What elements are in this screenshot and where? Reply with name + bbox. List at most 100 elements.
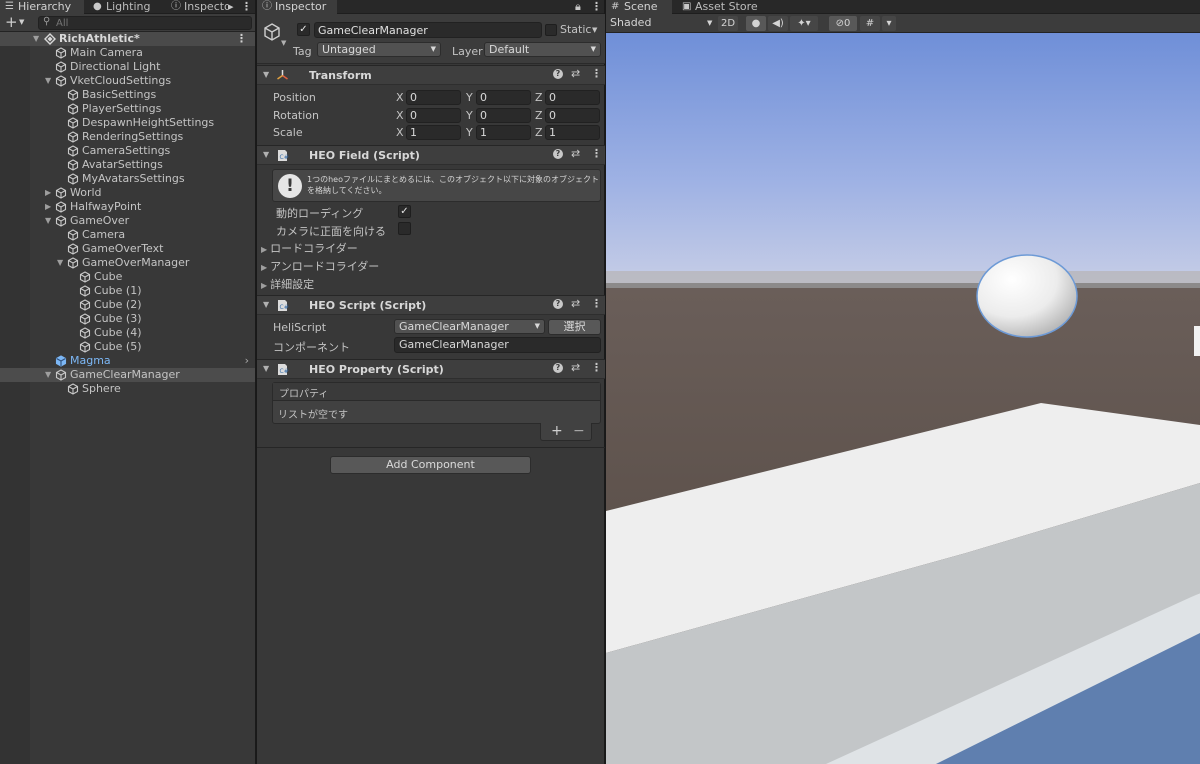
hierarchy-item[interactable]: RenderingSettings — [0, 130, 255, 144]
axis-x-label[interactable]: X — [396, 126, 404, 139]
heliscript-dropdown[interactable]: GameClearManager ▼ — [394, 319, 545, 334]
prefab-open-arrow-icon[interactable]: › — [245, 354, 249, 368]
hierarchy-item[interactable]: Main Camera — [0, 46, 255, 60]
hierarchy-item[interactable]: Directional Light — [0, 60, 255, 74]
transform-position-z-field[interactable] — [545, 90, 600, 105]
transform-position-x-field[interactable] — [406, 90, 461, 105]
select-button[interactable]: 選択 — [548, 319, 601, 335]
search-input[interactable] — [56, 17, 246, 29]
fold-closed-icon[interactable]: ▶ — [45, 186, 51, 200]
hierarchy-item[interactable]: ▶ World — [0, 186, 255, 200]
hierarchy-item[interactable]: GameOverText — [0, 242, 255, 256]
help-icon[interactable]: ? — [553, 299, 563, 309]
tag-dropdown[interactable]: Untagged ▼ — [317, 42, 441, 57]
hierarchy-item[interactable]: ▼ GameClearManager — [0, 368, 255, 382]
fold-open-icon[interactable]: ▼ — [263, 364, 269, 373]
hierarchy-item[interactable]: Cube (2) — [0, 298, 255, 312]
component-menu-icon[interactable]: ⋮ — [591, 67, 602, 80]
axis-x-label[interactable]: X — [396, 109, 404, 122]
scene-more-icon[interactable]: ⋮ — [236, 32, 247, 46]
hierarchy-item[interactable]: DespawnHeightSettings — [0, 116, 255, 130]
hierarchy-item[interactable]: Cube (4) — [0, 326, 255, 340]
tab-lighting[interactable]: ● Lighting — [88, 0, 168, 14]
fold-open-icon[interactable]: ▼ — [57, 256, 63, 270]
chevron-down-icon[interactable]: ▼ — [19, 18, 24, 26]
transform-scale-y-field[interactable] — [476, 125, 531, 140]
fold-open-icon[interactable]: ▼ — [263, 150, 269, 159]
help-icon[interactable]: ? — [553, 363, 563, 373]
component-menu-icon[interactable]: ⋮ — [591, 147, 602, 160]
tab-asset-store[interactable]: ▣ Asset Store — [677, 0, 769, 14]
hierarchy-item[interactable]: CameraSettings — [0, 144, 255, 158]
more-options-icon[interactable]: ⋮ — [591, 0, 602, 14]
tab-scene[interactable]: # Scene — [606, 0, 672, 14]
hierarchy-item[interactable]: BasicSettings — [0, 88, 255, 102]
component-field[interactable]: GameClearManager — [394, 337, 601, 353]
hierarchy-item[interactable]: Magma › — [0, 354, 255, 368]
tab-inspector[interactable]: ⓘ Inspector — [257, 0, 337, 14]
fold-closed-icon[interactable]: ▶ — [45, 200, 51, 214]
hierarchy-item[interactable]: AvatarSettings — [0, 158, 255, 172]
fold-open-icon[interactable]: ▼ — [263, 300, 269, 309]
lighting-toggle-icon[interactable]: ● — [746, 16, 766, 31]
effects-dropdown-icon[interactable]: ✦▾ — [790, 16, 818, 31]
object-name-field[interactable] — [314, 22, 542, 38]
hierarchy-item[interactable]: MyAvatarsSettings — [0, 172, 255, 186]
transform-rotation-x-field[interactable] — [406, 108, 461, 123]
heo-field-header[interactable]: ▼ C# HEO Field (Script) ? ⇄ ⋮ — [257, 145, 605, 165]
component-menu-icon[interactable]: ⋮ — [591, 361, 602, 374]
axis-y-label[interactable]: Y — [466, 91, 473, 104]
heo-property-header[interactable]: ▼ C# HEO Property (Script) ? ⇄ ⋮ — [257, 359, 605, 379]
add-component-button[interactable]: Add Component — [330, 456, 531, 474]
more-options-icon[interactable]: ⋮ — [241, 0, 252, 14]
hierarchy-item[interactable]: ▶ HalfwayPoint — [0, 200, 255, 214]
static-dropdown-icon[interactable]: ▼ — [592, 26, 597, 34]
tab-hierarchy[interactable]: ☰ Hierarchy — [0, 0, 84, 14]
hierarchy-item[interactable]: Cube (1) — [0, 284, 255, 298]
fold-open-icon[interactable]: ▼ — [33, 32, 39, 46]
advanced-settings-foldout[interactable]: ▶ 詳細設定 — [261, 276, 314, 292]
tab-scroll-right-icon[interactable]: ▸ — [228, 0, 234, 14]
audio-toggle-icon[interactable]: ◀) — [768, 16, 788, 31]
tab-inspector-secondary[interactable]: ⓘ Inspecto — [166, 0, 228, 14]
hierarchy-item[interactable]: PlayerSettings — [0, 102, 255, 116]
transform-header[interactable]: ▼ Transform ? ⇄ ⋮ — [257, 65, 605, 85]
axis-z-label[interactable]: Z — [535, 126, 543, 139]
active-checkbox[interactable]: ✓ — [297, 23, 310, 36]
load-collider-foldout[interactable]: ▶ ロードコライダー — [261, 240, 358, 256]
create-button[interactable]: + — [5, 14, 18, 31]
axis-x-label[interactable]: X — [396, 91, 404, 104]
presets-icon[interactable]: ⇄ — [571, 297, 580, 310]
presets-icon[interactable]: ⇄ — [571, 361, 580, 374]
hierarchy-item[interactable]: Cube (5) — [0, 340, 255, 354]
presets-icon[interactable]: ⇄ — [571, 147, 580, 160]
static-checkbox[interactable] — [545, 24, 557, 36]
help-icon[interactable]: ? — [553, 149, 563, 159]
hierarchy-item[interactable]: Cube — [0, 270, 255, 284]
transform-scale-z-field[interactable] — [545, 125, 600, 140]
chevron-down-icon[interactable]: ▼ — [281, 39, 286, 47]
axis-y-label[interactable]: Y — [466, 126, 473, 139]
hierarchy-item[interactable]: ▼ GameOver — [0, 214, 255, 228]
lock-icon[interactable]: 🔒︎ — [575, 0, 581, 14]
presets-icon[interactable]: ⇄ — [571, 67, 580, 80]
shading-mode-dropdown[interactable]: Shaded — [610, 16, 651, 29]
toggle-2d-button[interactable]: 2D — [718, 16, 738, 31]
remove-element-button[interactable]: − — [573, 423, 585, 439]
hierarchy-item[interactable]: Cube (3) — [0, 312, 255, 326]
fold-open-icon[interactable]: ▼ — [263, 70, 269, 79]
add-element-button[interactable]: + — [551, 423, 563, 439]
fold-open-icon[interactable]: ▼ — [45, 74, 51, 88]
hierarchy-item[interactable]: Sphere — [0, 382, 255, 396]
heo-script-header[interactable]: ▼ C# HEO Script (Script) ? ⇄ ⋮ — [257, 295, 605, 315]
transform-rotation-z-field[interactable] — [545, 108, 600, 123]
hidden-objects-toggle[interactable]: ⊘0 — [829, 16, 857, 31]
transform-scale-x-field[interactable] — [406, 125, 461, 140]
unload-collider-foldout[interactable]: ▶ アンロードコライダー — [261, 258, 379, 274]
axis-y-label[interactable]: Y — [466, 109, 473, 122]
help-icon[interactable]: ? — [553, 69, 563, 79]
scene-root[interactable]: ▼ RichAthletic* ⋮ — [0, 32, 255, 46]
fold-open-icon[interactable]: ▼ — [45, 214, 51, 228]
chevron-down-icon[interactable]: ▾ — [882, 16, 896, 31]
hierarchy-item[interactable]: ▼ GameOverManager — [0, 256, 255, 270]
